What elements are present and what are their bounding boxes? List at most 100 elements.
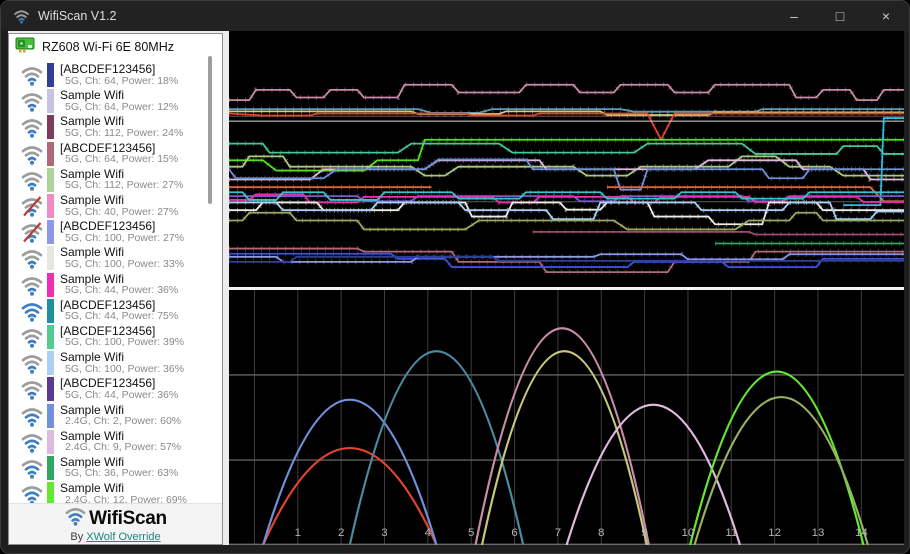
minimize-button[interactable]: – xyxy=(771,1,817,31)
close-button[interactable]: × xyxy=(863,1,909,31)
network-details: 2.4G, Ch: 9, Power: 57% xyxy=(65,441,182,454)
network-details: 5G, Ch: 100, Power: 39% xyxy=(65,336,185,349)
wifi-signal-icon xyxy=(20,379,44,401)
list-item[interactable]: [ABCDEF123456] 5G, Ch: 100, Power: 27% xyxy=(9,219,222,245)
wifi-signal-icon xyxy=(20,326,44,348)
channel-label: 11 xyxy=(725,527,737,539)
list-item[interactable]: Sample Wifi 2.4G, Ch: 12, Power: 69% xyxy=(9,481,222,504)
wifi-signal-icon xyxy=(20,248,44,270)
time-graph xyxy=(229,31,904,287)
network-details: 5G, Ch: 44, Power: 75% xyxy=(65,310,179,323)
wifi-signal-icon xyxy=(20,353,44,374)
network-color-swatch xyxy=(47,220,54,245)
list-item[interactable]: [ABCDEF123456] 5G, Ch: 64, Power: 18% xyxy=(9,62,222,88)
network-details: 5G, Ch: 40, Power: 27% xyxy=(65,205,179,218)
network-color-swatch xyxy=(47,194,54,219)
app-window: WifiScan V1.2 – □ × RZ608 Wi-Fi 6E 80MHz… xyxy=(0,0,910,554)
network-color-swatch xyxy=(47,324,54,349)
list-item[interactable]: Sample Wifi 2.4G, Ch: 2, Power: 60% xyxy=(9,402,222,428)
wifi-logo-icon xyxy=(64,505,87,531)
network-details: 5G, Ch: 112, Power: 27% xyxy=(65,179,184,192)
network-details: 5G, Ch: 64, Power: 12% xyxy=(65,100,179,113)
wifi-signal-icon xyxy=(20,222,44,243)
network-color-swatch xyxy=(47,246,54,271)
list-item[interactable]: Sample Wifi 5G, Ch: 100, Power: 33% xyxy=(9,245,222,271)
brand-name: WifiScan xyxy=(89,507,167,529)
network-ssid: [ABCDEF123456] xyxy=(60,62,156,77)
network-details: 5G, Ch: 100, Power: 33% xyxy=(65,257,185,270)
adapter-selector[interactable]: RZ608 Wi-Fi 6E 80MHz xyxy=(9,34,222,60)
network-ssid: Sample Wifi xyxy=(60,350,125,365)
channel-label: 8 xyxy=(598,527,604,539)
network-ssid: Sample Wifi xyxy=(60,481,125,496)
list-item[interactable]: Sample Wifi 2.4G, Ch: 9, Power: 57% xyxy=(9,429,222,455)
adapter-name: RZ608 Wi-Fi 6E 80MHz xyxy=(42,40,174,54)
network-details: 5G, Ch: 44, Power: 36% xyxy=(65,388,179,401)
network-details: 5G, Ch: 100, Power: 36% xyxy=(65,362,185,375)
list-item[interactable]: Sample Wifi 5G, Ch: 40, Power: 27% xyxy=(9,193,222,219)
network-color-swatch xyxy=(47,298,54,323)
wifi-signal-icon xyxy=(20,300,44,322)
wifi-signal-icon xyxy=(20,196,44,217)
channel-graph: 1 2 3 4 5 6 7 8 9 10 11 12 13 14 xyxy=(229,289,904,545)
network-color-swatch xyxy=(47,455,54,480)
channel-label: 6 xyxy=(511,527,517,539)
client-area: RZ608 Wi-Fi 6E 80MHz [ABCDEF123456] 5G, C… xyxy=(8,31,904,545)
wifi-signal-icon xyxy=(20,484,44,504)
window-title: WifiScan V1.2 xyxy=(38,9,117,23)
network-color-swatch xyxy=(47,429,54,454)
wifi-signal-icon xyxy=(20,431,44,453)
network-ssid: Sample Wifi xyxy=(60,193,125,208)
network-details: 5G, Ch: 36, Power: 63% xyxy=(65,467,179,480)
channel-label: 1 xyxy=(295,527,301,539)
network-color-swatch xyxy=(47,115,54,140)
network-ssid: Sample Wifi xyxy=(60,88,125,103)
list-item[interactable]: Sample Wifi 5G, Ch: 112, Power: 27% xyxy=(9,167,222,193)
list-item[interactable]: [ABCDEF123456] 5G, Ch: 100, Power: 39% xyxy=(9,324,222,350)
channel-label: 12 xyxy=(768,527,781,539)
network-color-swatch xyxy=(47,403,54,428)
channel-label: 3 xyxy=(381,527,387,539)
network-color-swatch xyxy=(47,141,54,166)
wifi-signal-icon xyxy=(20,405,44,427)
about-footer: WifiScan By XWolf Override xyxy=(9,503,222,544)
wifi-signal-icon xyxy=(20,457,44,479)
network-color-swatch xyxy=(47,272,54,297)
wifi-signal-icon xyxy=(20,274,44,296)
list-item[interactable]: Sample Wifi 5G, Ch: 64, Power: 12% xyxy=(9,88,222,114)
network-color-swatch xyxy=(47,377,54,402)
wifi-signal-icon xyxy=(20,143,44,165)
wifi-signal-icon xyxy=(20,117,44,139)
maximize-button[interactable]: □ xyxy=(817,1,863,31)
network-adapter-icon xyxy=(15,37,35,58)
network-details: 5G, Ch: 112, Power: 24% xyxy=(65,126,184,139)
wifi-signal-icon xyxy=(20,91,44,112)
window-controls: – □ × xyxy=(771,1,909,31)
network-color-swatch xyxy=(47,351,54,376)
channel-label: 2 xyxy=(338,527,344,539)
channel-label: 5 xyxy=(468,527,474,539)
list-item[interactable]: Sample Wifi 5G, Ch: 44, Power: 36% xyxy=(9,272,222,298)
author-link[interactable]: XWolf Override xyxy=(86,531,160,543)
network-details: 5G, Ch: 44, Power: 36% xyxy=(65,284,179,297)
network-panel: RZ608 Wi-Fi 6E 80MHz [ABCDEF123456] 5G, C… xyxy=(8,33,223,545)
network-color-swatch xyxy=(47,89,54,114)
network-details: 5G, Ch: 100, Power: 27% xyxy=(65,231,185,244)
wifi-signal-icon xyxy=(20,65,44,86)
network-list: [ABCDEF123456] 5G, Ch: 64, Power: 18% Sam… xyxy=(9,62,222,504)
network-details: 5G, Ch: 64, Power: 15% xyxy=(65,153,179,166)
channel-label: 9 xyxy=(641,527,647,539)
wifi-app-icon xyxy=(13,8,30,24)
list-item[interactable]: Sample Wifi 5G, Ch: 100, Power: 36% xyxy=(9,350,222,376)
network-ssid: [ABCDEF123456] xyxy=(60,219,156,234)
list-item[interactable]: [ABCDEF123456] 5G, Ch: 64, Power: 15% xyxy=(9,141,222,167)
scrollbar-thumb[interactable] xyxy=(208,56,212,204)
list-item[interactable]: [ABCDEF123456] 5G, Ch: 44, Power: 36% xyxy=(9,376,222,402)
list-item[interactable]: Sample Wifi 5G, Ch: 36, Power: 63% xyxy=(9,455,222,481)
network-color-swatch xyxy=(47,482,54,504)
by-label: By xyxy=(70,531,84,543)
list-item[interactable]: [ABCDEF123456] 5G, Ch: 44, Power: 75% xyxy=(9,298,222,324)
title-bar[interactable]: WifiScan V1.2 – □ × xyxy=(1,1,909,31)
network-details: 5G, Ch: 64, Power: 18% xyxy=(65,74,179,87)
list-item[interactable]: Sample Wifi 5G, Ch: 112, Power: 24% xyxy=(9,114,222,140)
